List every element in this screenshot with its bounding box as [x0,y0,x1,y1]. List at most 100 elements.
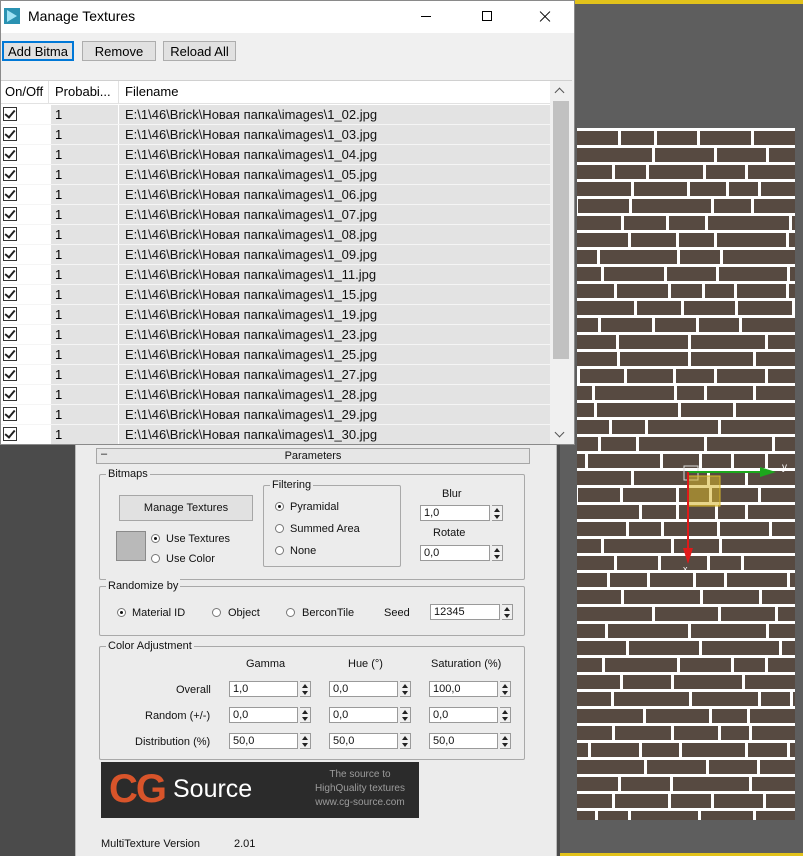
table-row[interactable]: 1 E:\1\46\Brick\Новая папка\images\1_27.j… [1,365,550,385]
probability-cell[interactable]: 1 [51,245,118,264]
enabled-checkbox[interactable] [3,307,17,321]
enabled-checkbox[interactable] [3,167,17,181]
add-bitmap-button[interactable]: Add Bitma [2,41,74,61]
column-header-probability[interactable]: Probabi... [55,81,111,103]
probability-cell[interactable]: 1 [51,225,118,244]
overall-saturation-arrows[interactable] [500,681,511,697]
probability-cell[interactable]: 1 [51,365,118,384]
enabled-checkbox[interactable] [3,287,17,301]
distribution-saturation-arrows[interactable] [500,733,511,749]
probability-cell[interactable]: 1 [51,425,118,444]
distribution-gamma-spinner[interactable]: 50,0 [229,733,312,749]
table-row[interactable]: 1 E:\1\46\Brick\Новая папка\images\1_28.j… [1,385,550,405]
minimize-button[interactable] [403,1,449,33]
random-saturation-arrows[interactable] [500,707,511,723]
enabled-checkbox[interactable] [3,347,17,361]
enabled-checkbox[interactable] [3,247,17,261]
viewport[interactable]: y x [560,0,803,856]
probability-cell[interactable]: 1 [51,345,118,364]
scroll-down-arrow-icon[interactable] [550,426,572,444]
enabled-checkbox[interactable] [3,227,17,241]
random-gamma-arrows[interactable] [300,707,311,723]
transform-gizmo[interactable]: y x [680,460,790,580]
random-saturation-input[interactable]: 0,0 [429,707,498,723]
probability-cell[interactable]: 1 [51,105,118,124]
table-row[interactable]: 1 E:\1\46\Brick\Новая папка\images\1_02.j… [1,105,550,125]
overall-saturation-spinner[interactable]: 100,0 [429,681,512,697]
overall-saturation-input[interactable]: 100,0 [429,681,498,697]
parameters-rollout-header[interactable]: – Parameters [96,448,530,464]
seed-spinner[interactable]: 12345 [430,604,514,620]
enabled-checkbox[interactable] [3,187,17,201]
enabled-checkbox[interactable] [3,327,17,341]
rotate-spinner[interactable]: 0,0 [420,545,504,561]
table-row[interactable]: 1 E:\1\46\Brick\Новая папка\images\1_08.j… [1,225,550,245]
scroll-up-arrow-icon[interactable] [550,81,572,99]
overall-gamma-input[interactable]: 1,0 [229,681,298,697]
probability-cell[interactable]: 1 [51,405,118,424]
color-swatch[interactable] [116,531,146,561]
distribution-saturation-input[interactable]: 50,0 [429,733,498,749]
probability-cell[interactable]: 1 [51,285,118,304]
probability-cell[interactable]: 1 [51,145,118,164]
seed-spinner-arrows[interactable] [502,604,513,620]
table-row[interactable]: 1 E:\1\46\Brick\Новая папка\images\1_30.j… [1,425,550,444]
column-header-filename[interactable]: Filename [125,81,178,103]
random-gamma-spinner[interactable]: 0,0 [229,707,312,723]
distribution-hue-spinner[interactable]: 50,0 [329,733,412,749]
vertical-scrollbar[interactable] [550,81,572,444]
column-separator[interactable] [118,81,119,103]
distribution-hue-arrows[interactable] [400,733,411,749]
overall-hue-input[interactable]: 0,0 [329,681,398,697]
enabled-checkbox[interactable] [3,367,17,381]
table-row[interactable]: 1 E:\1\46\Brick\Новая папка\images\1_23.j… [1,325,550,345]
randomize-object-radio[interactable] [212,608,221,617]
table-row[interactable]: 1 E:\1\46\Brick\Новая папка\images\1_19.j… [1,305,550,325]
overall-hue-spinner[interactable]: 0,0 [329,681,412,697]
probability-cell[interactable]: 1 [51,385,118,404]
cg-source-banner[interactable]: CG Source The source to HighQuality text… [101,762,419,818]
enabled-checkbox[interactable] [3,127,17,141]
random-gamma-input[interactable]: 0,0 [229,707,298,723]
filter-pyramidal-radio[interactable] [275,502,284,511]
table-row[interactable]: 1 E:\1\46\Brick\Новая папка\images\1_05.j… [1,165,550,185]
probability-cell[interactable]: 1 [51,205,118,224]
table-row[interactable]: 1 E:\1\46\Brick\Новая папка\images\1_04.j… [1,145,550,165]
rollout-collapse-toggle[interactable]: – [101,447,107,461]
window-titlebar[interactable]: Manage Textures [1,1,574,33]
probability-cell[interactable]: 1 [51,125,118,144]
table-row[interactable]: 1 E:\1\46\Brick\Новая папка\images\1_15.j… [1,285,550,305]
use-textures-radio[interactable] [151,534,160,543]
table-row[interactable]: 1 E:\1\46\Brick\Новая папка\images\1_29.j… [1,405,550,425]
probability-cell[interactable]: 1 [51,325,118,344]
remove-button[interactable]: Remove [82,41,156,61]
rotate-input[interactable]: 0,0 [420,545,490,561]
blur-input[interactable]: 1,0 [420,505,490,521]
column-header-onoff[interactable]: On/Off [5,81,43,103]
randomize-material-id-radio[interactable] [117,608,126,617]
distribution-gamma-arrows[interactable] [300,733,311,749]
enabled-checkbox[interactable] [3,207,17,221]
random-hue-input[interactable]: 0,0 [329,707,398,723]
filter-none-radio[interactable] [275,546,284,555]
probability-cell[interactable]: 1 [51,265,118,284]
table-row[interactable]: 1 E:\1\46\Brick\Новая папка\images\1_06.j… [1,185,550,205]
blur-spinner[interactable]: 1,0 [420,505,504,521]
probability-cell[interactable]: 1 [51,165,118,184]
random-hue-arrows[interactable] [400,707,411,723]
reload-all-button[interactable]: Reload All [163,41,236,61]
distribution-gamma-input[interactable]: 50,0 [229,733,298,749]
enabled-checkbox[interactable] [3,107,17,121]
probability-cell[interactable]: 1 [51,305,118,324]
rotate-spinner-arrows[interactable] [492,545,503,561]
seed-input[interactable]: 12345 [430,604,500,620]
maximize-button[interactable] [464,1,510,33]
enabled-checkbox[interactable] [3,427,17,441]
table-row[interactable]: 1 E:\1\46\Brick\Новая папка\images\1_25.j… [1,345,550,365]
blur-spinner-arrows[interactable] [492,505,503,521]
table-row[interactable]: 1 E:\1\46\Brick\Новая папка\images\1_09.j… [1,245,550,265]
scroll-thumb[interactable] [553,101,569,359]
random-hue-spinner[interactable]: 0,0 [329,707,412,723]
close-button[interactable] [522,1,568,33]
distribution-hue-input[interactable]: 50,0 [329,733,398,749]
